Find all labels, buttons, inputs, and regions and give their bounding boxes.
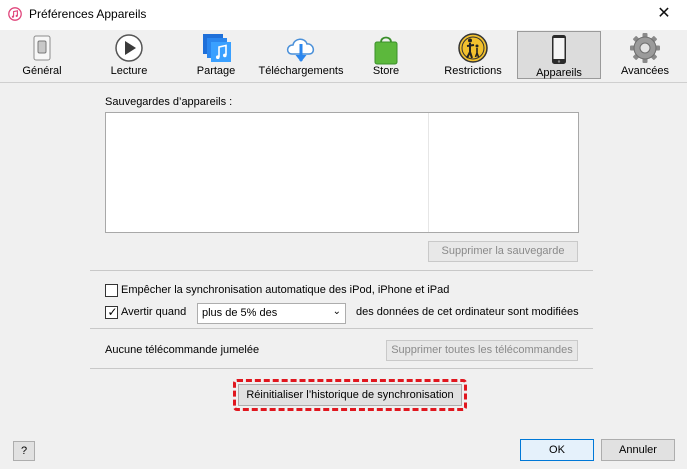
tab-playback[interactable]: Lecture (102, 30, 156, 80)
tab-label: Partage (196, 65, 236, 77)
threshold-dropdown[interactable]: plus de 5% des ⌄ (197, 303, 346, 324)
remove-remotes-button[interactable]: Supprimer toutes les télécommandes (386, 340, 578, 361)
divider (90, 368, 593, 369)
cancel-button[interactable]: Annuler (601, 439, 675, 461)
tab-restrictions[interactable]: Restrictions (440, 30, 506, 80)
device-phone-icon (552, 35, 566, 64)
checkmark-icon: ✓ (107, 305, 118, 319)
backups-list[interactable] (105, 112, 579, 233)
backups-heading: Sauvegardes d’appareils : (105, 96, 233, 108)
tab-devices[interactable]: Appareils (517, 31, 601, 79)
divider (90, 328, 593, 329)
tab-label: Appareils (536, 67, 582, 79)
warn-checkbox[interactable]: ✓ (105, 305, 118, 319)
tab-advanced[interactable]: Avancées (618, 30, 672, 80)
warn-label: Avertir quand (121, 306, 187, 318)
cloud-download-icon (286, 38, 315, 62)
tab-label: Avancées (620, 65, 670, 77)
tab-label: Store (372, 65, 400, 77)
itunes-icon (8, 7, 22, 21)
share-music-icon (203, 34, 231, 62)
preferences-toolbar: Général Lecture Partage Téléchargements (0, 30, 687, 83)
tab-label: Lecture (110, 65, 148, 77)
help-icon: ? (20, 445, 28, 457)
remotes-status: Aucune télécommande jumelée (105, 344, 260, 356)
delete-backup-button[interactable]: Supprimer la sauvegarde (428, 241, 578, 262)
remove-remotes-label: Supprimer toutes les télécommandes (391, 344, 573, 356)
help-button[interactable]: ? (13, 441, 35, 461)
threshold-value: plus de 5% des (202, 307, 278, 319)
close-icon: ✕ (657, 5, 671, 22)
column-divider (428, 113, 429, 232)
title-bar: Préférences Appareils ✕ (0, 0, 687, 30)
ok-button[interactable]: OK (520, 439, 594, 461)
general-switch-icon (33, 35, 51, 61)
tab-store[interactable]: Store (362, 30, 410, 80)
reset-sync-history-button[interactable]: Réinitialiser l’historique de synchronis… (238, 384, 462, 406)
warn-suffix: des données de cet ordinateur sont modif… (356, 306, 579, 318)
tab-label: Restrictions (444, 65, 502, 77)
divider (90, 270, 593, 271)
reset-sync-history-label: Réinitialiser l’historique de synchronis… (246, 389, 454, 401)
gear-icon (630, 33, 660, 63)
tab-label: Général (22, 65, 62, 77)
prevent-sync-checkbox[interactable] (105, 284, 118, 297)
cancel-label: Annuler (619, 444, 657, 456)
tab-general[interactable]: Général (16, 30, 68, 80)
chevron-down-icon: ⌄ (332, 306, 341, 317)
ok-label: OK (549, 444, 565, 456)
tab-sharing[interactable]: Partage (190, 30, 242, 80)
tab-label: Téléchargements (258, 65, 344, 77)
play-icon (115, 34, 143, 62)
delete-backup-label: Supprimer la sauvegarde (441, 245, 565, 257)
tab-downloads[interactable]: Téléchargements (258, 30, 344, 80)
prevent-sync-label: Empêcher la synchronisation automatique … (121, 284, 450, 296)
store-bag-icon (374, 36, 398, 65)
parental-restriction-icon (458, 33, 488, 63)
close-button[interactable]: ✕ (641, 0, 687, 30)
window-title: Préférences Appareils (29, 7, 147, 21)
